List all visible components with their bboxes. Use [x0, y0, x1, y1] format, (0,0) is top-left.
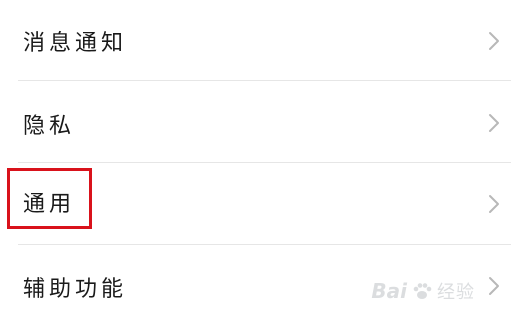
chevron-right-icon	[489, 195, 499, 213]
watermark-text: 经验	[437, 282, 475, 303]
paw-icon	[413, 283, 432, 299]
settings-list: 消息通知 隐私 通用 辅助功能 Bai 经验	[0, 0, 511, 324]
watermark-brand: Bai	[371, 279, 407, 303]
settings-row-label: 消息通知	[23, 31, 128, 56]
chevron-right-icon	[489, 114, 499, 132]
baidu-jingyan-watermark: Bai 经验	[371, 278, 475, 304]
settings-row-general[interactable]: 通用	[0, 163, 511, 243]
settings-row-privacy[interactable]: 隐私	[0, 81, 511, 161]
settings-row-label: 辅助功能	[23, 277, 128, 302]
settings-row-label: 隐私	[23, 114, 76, 139]
chevron-right-icon	[489, 32, 499, 50]
settings-row-notifications[interactable]: 消息通知	[0, 0, 511, 80]
chevron-right-icon	[489, 277, 499, 295]
settings-row-label: 通用	[23, 192, 76, 217]
